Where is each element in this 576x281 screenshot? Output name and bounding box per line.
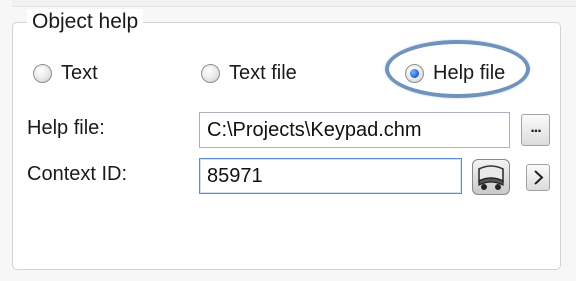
- id-picker-icon: [478, 165, 504, 190]
- context-picker-button[interactable]: [472, 159, 510, 195]
- help-file-label: Help file:: [27, 117, 105, 139]
- radio-text-file-label: Text file: [229, 62, 297, 84]
- radio-help-file-button[interactable]: [405, 63, 424, 83]
- radio-text-label: Text: [61, 62, 98, 84]
- radio-help-file[interactable]: Help file: [405, 57, 505, 89]
- radio-text-button[interactable]: [33, 63, 52, 83]
- help-file-input[interactable]: C:\Projects\Keypad.chm: [199, 112, 510, 148]
- context-id-label: Context ID:: [27, 163, 128, 185]
- radio-help-file-label: Help file: [433, 62, 506, 84]
- next-button[interactable]: [526, 164, 550, 191]
- context-id-input[interactable]: 85971: [199, 158, 462, 194]
- group-title: Object help: [27, 9, 144, 35]
- browse-button[interactable]: ...: [521, 114, 550, 146]
- dialog-panel: Object help Text Text file Help file Hel…: [0, 0, 576, 281]
- radio-text-file[interactable]: Text file: [201, 57, 297, 89]
- radio-text[interactable]: Text: [33, 57, 98, 89]
- radio-text-file-button[interactable]: [201, 63, 220, 83]
- top-edge: [12, 0, 576, 7]
- chevron-right-icon: [534, 170, 544, 185]
- help-type-radio-group: Text Text file Help file: [0, 57, 576, 89]
